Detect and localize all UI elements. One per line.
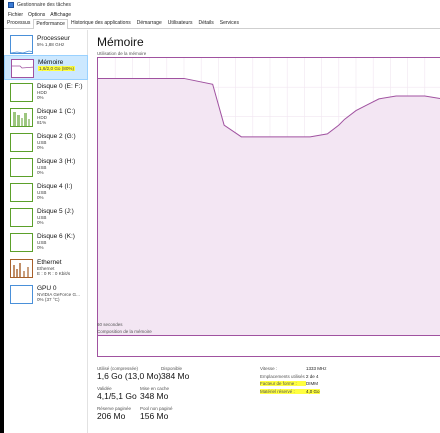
disk-mini-graph <box>10 133 33 152</box>
detail-speed: Vitesse : 1333 MHz <box>260 366 370 371</box>
disk-mini-graph <box>10 158 33 177</box>
tab-utilisateurs[interactable]: Utilisateurs <box>165 18 196 28</box>
sidebar-item-disque-1[interactable]: Disque 1 (C:) HDD 81% <box>4 105 88 130</box>
sidebar-item-title: Mémoire <box>38 59 64 66</box>
sidebar-item-processeur[interactable]: Processeur 5% 1,88 GHz <box>4 32 88 57</box>
detail-value: 4,0 Go <box>306 389 320 394</box>
detail-key: Facteur de forme : <box>260 381 306 386</box>
tab-demarrage[interactable]: Démarrage <box>134 18 165 28</box>
sidebar-item-detail: 0% <box>37 220 44 226</box>
sidebar-item-gpu-0[interactable]: GPU 0 NVIDIA GeForce G... 0% (37 °C) <box>4 282 88 307</box>
stat-value: 1,6 Go (13,0 Mo) <box>97 371 162 381</box>
detail-hardware-reserved: Matériel réservé : 4,0 Go <box>260 389 370 394</box>
disk-mini-graph <box>10 233 33 252</box>
stat-value: 156 Mo <box>140 411 169 421</box>
disk-mini-graph <box>10 83 33 102</box>
tab-services[interactable]: Services <box>217 18 242 28</box>
cpu-mini-graph <box>10 35 33 54</box>
gpu-mini-graph <box>10 285 33 304</box>
sidebar-item-disque-5[interactable]: Disque 5 (J:) USB 0% <box>4 205 88 230</box>
detail-form-factor: Facteur de forme : DIMM <box>260 381 370 386</box>
stat-in-use: Utilisé (compressée) 1,6 Go (13,0 Mo) <box>97 366 161 381</box>
stat-nonpaged-pool: Pool non paginé 156 Mo <box>140 406 173 421</box>
memory-composition-bar <box>97 335 440 357</box>
sidebar-item-title: Disque 2 (G:) <box>37 133 76 140</box>
detail-slots: Emplacements utilisés : 2 de 4 <box>260 374 370 379</box>
time-window-label: 60 secondes <box>97 322 123 327</box>
sidebar-item-title: Disque 4 (I:) <box>37 183 73 190</box>
stat-available: Disponible 384 Mo <box>161 366 189 381</box>
graph-label: Utilisation de la mémoire <box>97 51 147 56</box>
sidebar-item-title: Disque 6 (K:) <box>37 233 75 240</box>
sidebar-item-title: Disque 3 (H:) <box>37 158 76 165</box>
sidebar-item-title: Ethernet <box>37 259 62 266</box>
sidebar-item-disque-0[interactable]: Disque 0 (E: F:) HDD 0% <box>4 80 88 105</box>
window-title: Gestionnaire des tâches <box>17 2 71 8</box>
sidebar-item-detail: 5% 1,88 GHz <box>37 42 65 47</box>
disk-mini-graph <box>10 183 33 202</box>
detail-value: 1333 MHz <box>306 366 327 371</box>
stat-cached: Mise en cache 348 Mo <box>140 386 169 401</box>
sidebar-item-detail: 0% <box>37 245 44 251</box>
stat-value: 348 Mo <box>140 391 169 401</box>
sidebar-item-disque-3[interactable]: Disque 3 (H:) USB 0% <box>4 155 88 180</box>
tab-details[interactable]: Détails <box>195 18 216 28</box>
tab-processus[interactable]: Processus <box>4 18 33 28</box>
stat-value: 206 Mo <box>97 411 126 421</box>
sidebar-item-detail: 0% <box>37 95 44 101</box>
memory-mini-graph <box>11 59 34 78</box>
memory-panel: Mémoire Utilisation de la mémoire 60 sec… <box>96 30 440 433</box>
sidebar-item-detail: 1,6/2,0 Go (80%) <box>38 66 75 71</box>
stat-paged-pool: Réserve paginée 206 Mo <box>97 406 131 421</box>
sidebar-item-title: Disque 1 (C:) <box>37 108 76 115</box>
stat-value: 384 Mo <box>161 371 190 381</box>
tab-performance[interactable]: Performance <box>33 19 68 29</box>
detail-key: Matériel réservé : <box>260 389 306 394</box>
stat-value: 4,1/5,1 Go <box>97 391 137 401</box>
sidebar-item-title: Processeur <box>37 35 70 42</box>
disk-mini-graph <box>10 108 33 127</box>
tab-historique[interactable]: Historique des applications <box>68 18 134 28</box>
composition-label: Composition de la mémoire <box>97 329 152 334</box>
stat-committed: Validée 4,1/5,1 Go <box>97 386 137 401</box>
tab-bar: Processus Performance Historique des app… <box>4 19 440 29</box>
title-bar: Gestionnaire des tâches <box>4 0 440 10</box>
sidebar-item-title: Disque 5 (J:) <box>37 208 74 215</box>
page-title: Mémoire <box>97 35 144 49</box>
sidebar-item-detail: 81% <box>37 120 47 126</box>
menu-affichage[interactable]: Affichage <box>50 12 71 18</box>
memory-usage-graph <box>97 57 440 349</box>
detail-value: DIMM <box>306 381 318 386</box>
sidebar-item-memoire[interactable]: Mémoire 1,6/2,0 Go (80%) <box>4 55 88 80</box>
sidebar-item-detail: 0% (37 °C) <box>37 297 60 303</box>
detail-key: Vitesse : <box>260 366 278 371</box>
sidebar-item-title: GPU 0 <box>37 285 57 292</box>
detail-value: 2 de 4 <box>306 374 319 379</box>
sidebar-item-detail: 0% <box>37 145 44 151</box>
task-manager-icon <box>8 2 14 8</box>
sidebar-item-detail: 0% <box>37 170 44 176</box>
memory-usage-chart <box>98 58 440 348</box>
sidebar-item-detail: E : 0 R : 0 Kbit/s <box>37 271 71 277</box>
sidebar-item-disque-2[interactable]: Disque 2 (G:) USB 0% <box>4 130 88 155</box>
menu-fichier[interactable]: Fichier <box>8 12 23 18</box>
memory-usage-area <box>98 78 440 348</box>
performance-sidebar: Processeur 5% 1,88 GHz Mémoire 1,6/2,0 G… <box>4 30 88 433</box>
sidebar-item-disque-6[interactable]: Disque 6 (K:) USB 0% <box>4 230 88 255</box>
menu-options[interactable]: Options <box>28 12 45 18</box>
sidebar-item-ethernet[interactable]: Ethernet Ethernet E : 0 R : 0 Kbit/s <box>4 256 88 281</box>
sidebar-item-disque-4[interactable]: Disque 4 (I:) USB 0% <box>4 180 88 205</box>
ethernet-mini-graph <box>10 259 33 278</box>
sidebar-item-title: Disque 0 (E: F:) <box>37 83 83 90</box>
disk-mini-graph <box>10 208 33 227</box>
detail-key: Emplacements utilisés : <box>260 374 308 379</box>
sidebar-item-detail: 0% <box>37 195 44 201</box>
